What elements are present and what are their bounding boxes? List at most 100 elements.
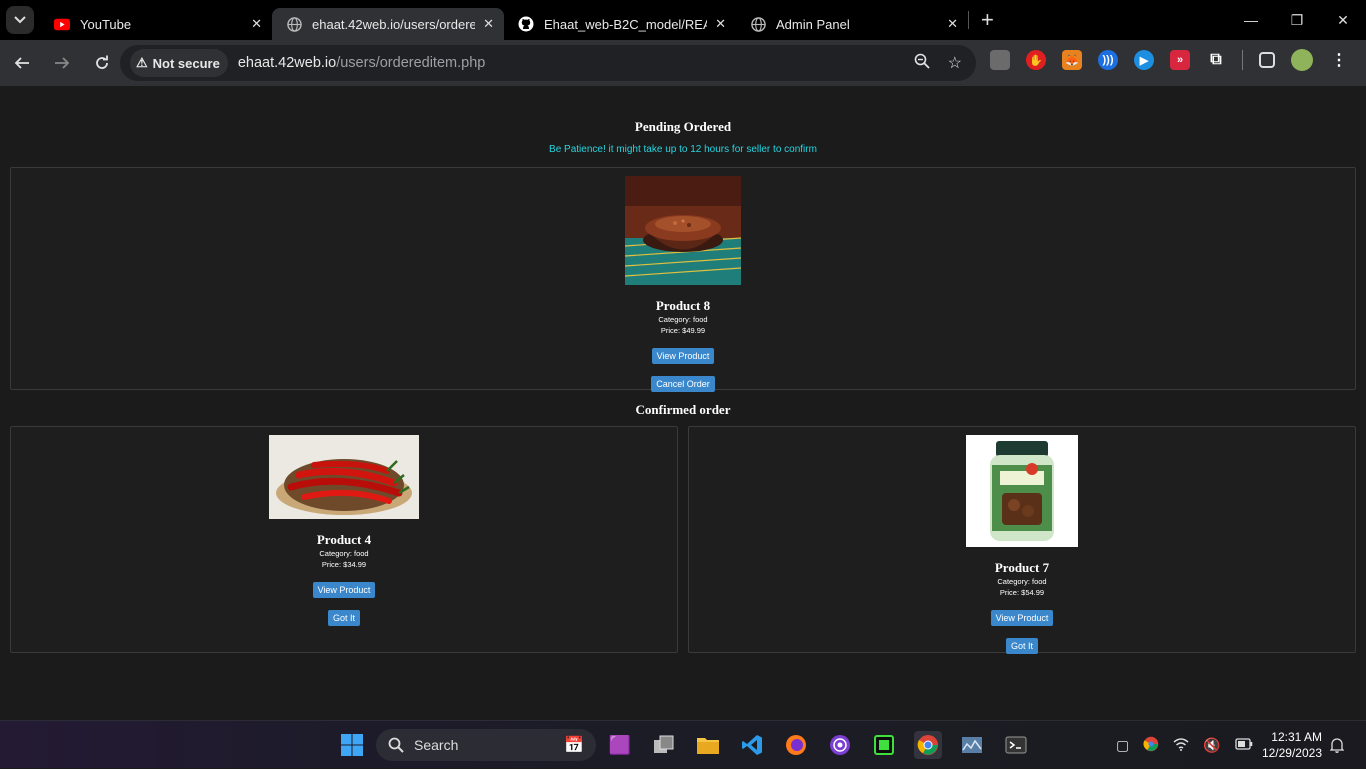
system-tray: ▢ 🔇 bbox=[1116, 721, 1253, 769]
windows-taskbar: Search 📅 🟪 ▢ 🔇 12:31 AM 12/29/2023 bbox=[0, 720, 1366, 768]
url-text[interactable]: ehaat.42web.io/users/ordereditem.php bbox=[238, 55, 485, 71]
product-price: Price: $34.99 bbox=[321, 560, 367, 569]
search-icon bbox=[388, 737, 404, 753]
github-icon bbox=[518, 16, 534, 32]
tab-divider bbox=[968, 11, 969, 29]
globe-icon bbox=[750, 16, 766, 32]
extension-generic-icon[interactable] bbox=[990, 50, 1010, 70]
close-tab-icon[interactable]: ✕ bbox=[483, 16, 494, 32]
minimize-icon[interactable]: — bbox=[1228, 0, 1274, 40]
arrow-left-icon bbox=[14, 57, 29, 69]
product-category: Category: food bbox=[997, 577, 1047, 586]
view-product-button[interactable]: View Product bbox=[990, 610, 1054, 626]
product-category: Category: food bbox=[319, 549, 369, 558]
puzzle-extensions-icon[interactable]: ⧉ bbox=[1206, 50, 1226, 70]
tor-browser-icon[interactable] bbox=[826, 731, 854, 759]
taskbar-search[interactable]: Search 📅 bbox=[376, 729, 596, 761]
wifi-icon[interactable] bbox=[1173, 737, 1189, 754]
side-panel-icon[interactable] bbox=[1259, 52, 1275, 68]
tab-github-readme[interactable]: Ehaat_web-B2C_model/READM ✕ bbox=[504, 8, 736, 40]
new-tab-button[interactable]: + bbox=[981, 7, 994, 33]
got-it-button[interactable]: Got It bbox=[1005, 638, 1038, 654]
extension-signal-icon[interactable]: ))) bbox=[1098, 50, 1118, 70]
confirmed-order-card: Product 4 Category: food Price: $34.99 V… bbox=[10, 426, 678, 653]
close-tab-icon[interactable]: ✕ bbox=[251, 16, 262, 32]
battery-icon[interactable] bbox=[1235, 737, 1253, 753]
tab-title: Ehaat_web-B2C_model/READM bbox=[544, 16, 707, 32]
cancel-order-button[interactable]: Cancel Order bbox=[651, 376, 715, 392]
product-name: Product 8 bbox=[655, 298, 711, 313]
tab-strip: YouTube ✕ ehaat.42web.io/users/orderedit… bbox=[0, 0, 1366, 40]
product-item: Product 8 Category: food Price: $49.99 V… bbox=[624, 176, 742, 392]
product-category: Category: food bbox=[658, 315, 708, 324]
security-chip[interactable]: ⚠ Not secure bbox=[130, 49, 228, 77]
product-image-chutney[interactable] bbox=[624, 176, 742, 290]
tab-title: Admin Panel bbox=[776, 16, 850, 32]
product-price: Price: $54.99 bbox=[999, 588, 1045, 597]
terminal-icon[interactable] bbox=[1002, 731, 1030, 759]
file-explorer-icon[interactable] bbox=[694, 731, 722, 759]
product-image-red-chilies[interactable] bbox=[269, 435, 419, 524]
monitor-app-icon[interactable] bbox=[958, 731, 986, 759]
back-button[interactable] bbox=[4, 45, 40, 81]
extension-forward-icon[interactable]: » bbox=[1170, 50, 1190, 70]
tray-app-icon[interactable]: ▢ bbox=[1116, 737, 1129, 754]
profile-avatar[interactable] bbox=[1291, 49, 1313, 71]
windows-start-icon[interactable] bbox=[338, 731, 366, 759]
tab-youtube[interactable]: YouTube ✕ bbox=[40, 8, 272, 40]
firefox-icon[interactable] bbox=[782, 731, 810, 759]
clock-date: 12/29/2023 bbox=[1261, 746, 1322, 760]
clock-time: 12:31 AM bbox=[1271, 730, 1322, 744]
arrow-right-icon bbox=[55, 57, 70, 69]
url-path: /users/ordereditem.php bbox=[336, 55, 486, 71]
tab-admin-panel[interactable]: Admin Panel ✕ bbox=[736, 8, 968, 40]
close-tab-icon[interactable]: ✕ bbox=[947, 16, 958, 32]
product-item: Product 7 Category: food Price: $54.99 V… bbox=[966, 435, 1078, 654]
product-image-pickle-jar[interactable] bbox=[966, 435, 1078, 552]
metamask-fox-icon[interactable]: 🦊 bbox=[1062, 50, 1082, 70]
reload-icon bbox=[96, 55, 108, 69]
product-name: Product 4 bbox=[316, 532, 372, 547]
close-window-icon[interactable]: ✕ bbox=[1320, 0, 1366, 40]
terminal-green-icon[interactable] bbox=[870, 731, 898, 759]
menu-kebab-icon[interactable]: ⋮ bbox=[1329, 50, 1349, 70]
bookmark-star-icon[interactable]: ☆ bbox=[948, 53, 962, 74]
address-bar[interactable]: ⚠ Not secure ehaat.42web.io/users/ordere… bbox=[120, 45, 976, 81]
view-product-button[interactable]: View Product bbox=[651, 348, 715, 364]
copilot-icon[interactable]: 🟪 bbox=[606, 731, 634, 759]
notification-bell-icon[interactable] bbox=[1330, 721, 1344, 769]
vscode-icon[interactable] bbox=[738, 731, 766, 759]
product-price: Price: $49.99 bbox=[660, 326, 706, 335]
pending-order-card: Product 8 Category: food Price: $49.99 V… bbox=[10, 167, 1356, 392]
close-tab-icon[interactable]: ✕ bbox=[715, 16, 726, 32]
product-item: Product 4 Category: food Price: $34.99 V… bbox=[269, 435, 419, 626]
extension-play-icon[interactable]: ▶ bbox=[1134, 50, 1154, 70]
restore-icon[interactable]: ❐ bbox=[1274, 0, 1320, 40]
extension-hand-icon[interactable]: ✋ bbox=[1026, 50, 1046, 70]
confirmed-title: Confirmed order bbox=[635, 402, 731, 417]
window-controls: — ❐ ✕ bbox=[1228, 0, 1366, 40]
reload-button[interactable] bbox=[84, 45, 120, 81]
chrome-icon[interactable] bbox=[914, 731, 942, 759]
search-placeholder: Search bbox=[414, 737, 459, 753]
warning-triangle-icon: ⚠ bbox=[136, 55, 148, 70]
volume-muted-icon[interactable]: 🔇 bbox=[1203, 737, 1220, 754]
chevron-down-icon bbox=[14, 16, 26, 24]
chrome-tray-icon[interactable] bbox=[1143, 736, 1159, 755]
tab-title: ehaat.42web.io/users/orderedit bbox=[312, 16, 476, 32]
task-view-icon[interactable] bbox=[650, 731, 678, 759]
zoom-icon[interactable] bbox=[914, 53, 930, 74]
tab-search-button[interactable] bbox=[6, 6, 34, 34]
youtube-icon bbox=[54, 16, 70, 32]
system-clock[interactable]: 12:31 AM 12/29/2023 bbox=[1262, 729, 1322, 761]
view-product-button[interactable]: View Product bbox=[312, 582, 376, 598]
toolbar-divider bbox=[1242, 50, 1243, 70]
tab-ordereditem[interactable]: ehaat.42web.io/users/orderedit ✕ bbox=[272, 8, 504, 40]
tab-title: YouTube bbox=[80, 16, 132, 32]
pending-title: Pending Ordered bbox=[634, 119, 732, 134]
product-name: Product 7 bbox=[994, 560, 1050, 575]
security-label: Not secure bbox=[152, 55, 220, 71]
forward-button[interactable] bbox=[44, 45, 80, 81]
got-it-button[interactable]: Got It bbox=[327, 610, 360, 626]
browser-toolbar: ⚠ Not secure ehaat.42web.io/users/ordere… bbox=[0, 40, 1366, 86]
